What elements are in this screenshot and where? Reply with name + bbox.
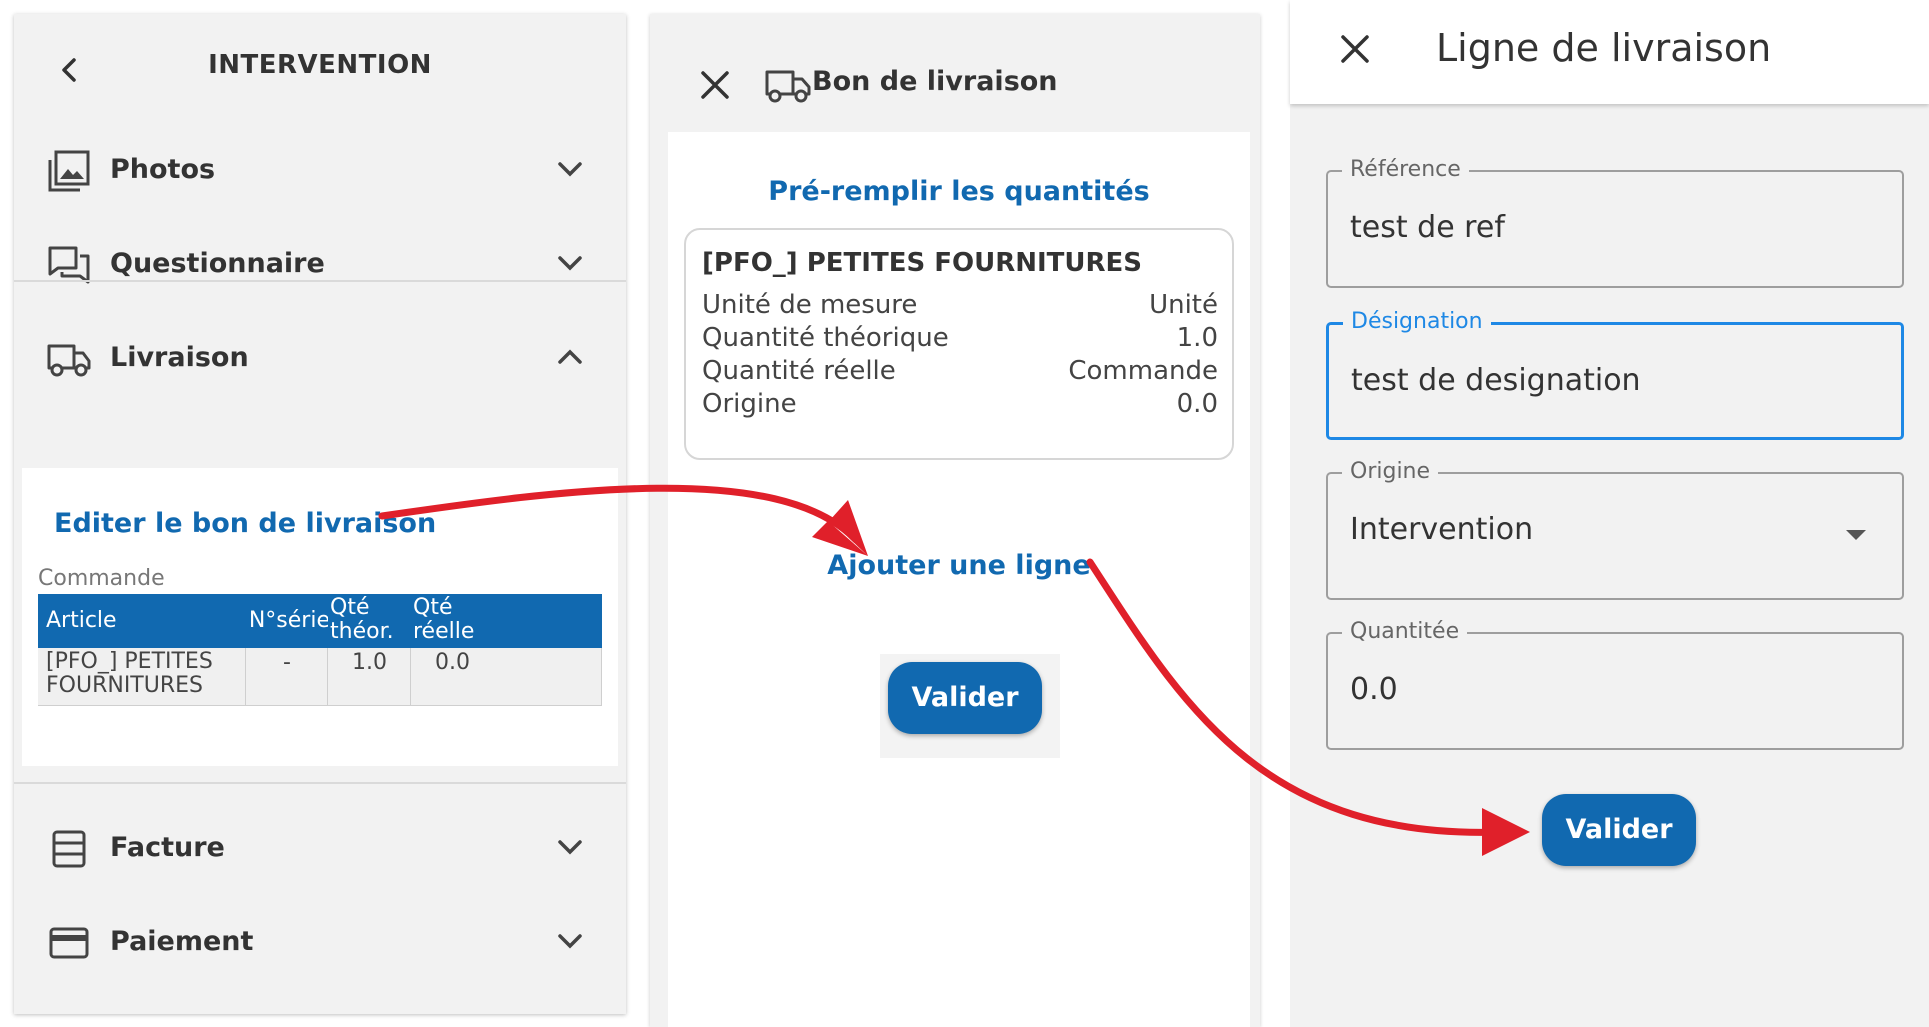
header-text: N°série [248, 608, 330, 633]
close-icon[interactable] [1336, 30, 1374, 68]
field-value: test de designation [1351, 363, 1641, 398]
field-label: Désignation [1343, 309, 1491, 334]
dropdown-arrow-icon[interactable] [1846, 530, 1866, 540]
section-label: Livraison [110, 342, 249, 373]
field-value: test de ref [1350, 210, 1505, 245]
intervention-panel: INTERVENTION Photos Questionnaire Livrai… [14, 14, 626, 1014]
designation-field[interactable]: Désignation test de designation [1326, 309, 1904, 440]
intervention-header: INTERVENTION [14, 14, 626, 114]
table-cell-qty-theor: 1.0 [328, 648, 411, 706]
table-caption: Commande [38, 566, 165, 591]
chevron-down-icon[interactable] [550, 152, 590, 188]
header-text: Qté réelle [413, 595, 475, 644]
dialog-title: Ligne de livraison [1436, 26, 1772, 70]
table-header-serial: N°série [246, 594, 330, 648]
field-value: Commande [1068, 356, 1218, 386]
table-header-article: Article [38, 594, 246, 648]
delivery-line-panel: Ligne de livraison Référence test de ref… [1290, 0, 1929, 1027]
livraison-content: Editer le bon de livraison Commande Arti… [22, 468, 618, 766]
field-value: 0.0 [1176, 389, 1218, 419]
cell-text: 1.0 [352, 650, 387, 675]
quantite-field[interactable]: Quantitée 0.0 [1326, 619, 1904, 750]
section-label: Paiement [110, 926, 254, 957]
dialog-title: Bon de livraison [812, 66, 1058, 97]
table-cell-article: [PFO_] PETITES FOURNITURES [38, 648, 246, 706]
delivery-item-card[interactable]: [PFO_] PETITES FOURNITURES Unité de mesu… [684, 228, 1234, 460]
section-divider [14, 280, 626, 282]
reference-field[interactable]: Référence test de ref [1326, 157, 1904, 288]
table-header-qty-theor: Qté théor. [328, 594, 411, 648]
page-title: INTERVENTION [208, 50, 432, 80]
prefill-quantities-link[interactable]: Pré-remplir les quantités [668, 176, 1250, 207]
validate-button[interactable]: Valider [888, 662, 1042, 734]
photo-library-icon [48, 150, 90, 192]
section-divider [14, 782, 626, 784]
edit-delivery-note-link[interactable]: Editer le bon de livraison [54, 508, 436, 539]
truck-icon [765, 70, 811, 103]
section-label: Photos [110, 154, 216, 185]
table-header-qty-real: Qté réelle [411, 594, 602, 648]
add-line-link[interactable]: Ajouter une ligne [668, 550, 1250, 581]
field-label: Quantité théorique [702, 323, 949, 353]
field-label: Quantité réelle [702, 356, 896, 386]
delivery-note-panel: Bon de livraison Pré-remplir les quantit… [650, 14, 1260, 1027]
field-value: Unité [1149, 290, 1218, 320]
field-value: Intervention [1350, 512, 1534, 547]
cell-text: 0.0 [435, 650, 470, 675]
field-value: 1.0 [1176, 323, 1218, 353]
field-label: Quantitée [1342, 619, 1468, 644]
item-name: [PFO_] PETITES FOURNITURES [702, 248, 1143, 278]
field-value: 0.0 [1350, 672, 1398, 707]
dialog-header: Ligne de livraison [1290, 0, 1929, 104]
cell-text: [PFO_] PETITES FOURNITURES [46, 649, 213, 698]
origine-select[interactable]: Origine Intervention [1326, 459, 1904, 600]
section-label: Facture [110, 832, 225, 863]
field-label: Origine [702, 389, 797, 419]
receipt-icon [52, 830, 86, 868]
credit-card-icon [49, 927, 89, 959]
truck-icon [47, 344, 91, 377]
validate-button[interactable]: Valider [1542, 794, 1696, 866]
section-label: Questionnaire [110, 248, 325, 279]
cell-text: - [283, 650, 291, 675]
chevron-down-icon[interactable] [550, 830, 590, 866]
header-text: Qté théor. [330, 595, 394, 644]
table-cell-serial: - [246, 648, 328, 706]
chevron-down-icon[interactable] [550, 246, 590, 282]
section-livraison[interactable]: Livraison [14, 300, 626, 416]
field-label: Origine [1342, 459, 1439, 484]
table-cell-qty-real: 0.0 [411, 648, 602, 706]
header-text: Article [46, 608, 117, 633]
delivery-note-body: Pré-remplir les quantités [PFO_] PETITES… [668, 132, 1250, 1027]
close-icon[interactable] [696, 66, 734, 104]
section-paiement[interactable]: Paiement [14, 884, 626, 1000]
chevron-down-icon[interactable] [550, 924, 590, 960]
field-label: Référence [1342, 157, 1469, 182]
field-label: Unité de mesure [702, 290, 918, 320]
chevron-up-icon[interactable] [550, 340, 590, 376]
validate-button-container: Valider [880, 654, 1060, 758]
